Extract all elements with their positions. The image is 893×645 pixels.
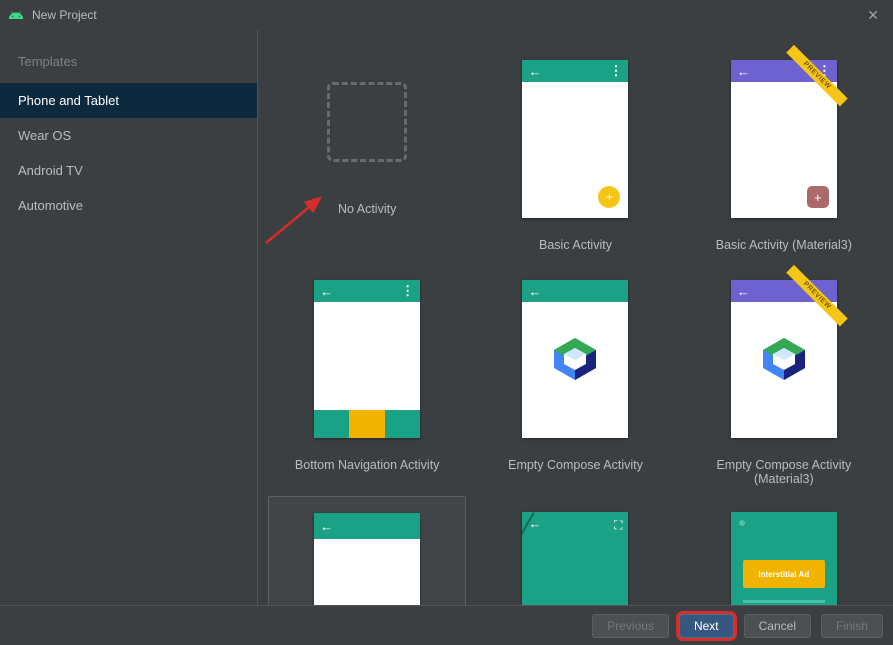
back-arrow-icon: ← (320, 284, 333, 299)
thumb-appbar: ← ⋮ (522, 60, 628, 82)
finish-button[interactable]: Finish (821, 614, 883, 638)
template-card-empty-compose[interactable]: ← Empty Compose Activity (476, 264, 674, 496)
cancel-button[interactable]: Cancel (744, 614, 811, 638)
template-card-empty-activity[interactable]: ← (268, 496, 466, 605)
template-grid: No Activity ← ⋮ + Basic Activity ← ⋮ (258, 44, 893, 605)
back-arrow-icon: ← (528, 64, 541, 79)
ad-banner: Interstitial Ad (743, 560, 825, 588)
template-thumb: ← ⋮ (314, 280, 420, 438)
thumb-appbar: ← (314, 513, 420, 539)
ad-bg (731, 512, 837, 605)
thumb-appbar: ← (522, 280, 628, 302)
dashed-placeholder-icon (327, 82, 407, 162)
ad-text: Interstitial Ad (758, 570, 809, 579)
template-label: Empty Compose Activity (Material3) (689, 458, 879, 486)
template-card-empty-compose-m3[interactable]: ← PREVIEW Empty Compose Activity (Materi… (685, 264, 883, 496)
template-thumb (314, 44, 420, 202)
android-logo-icon (8, 7, 24, 23)
sidebar-item-phone-tablet[interactable]: Phone and Tablet (0, 83, 257, 118)
sidebar-item-label: Phone and Tablet (18, 93, 119, 108)
template-label: Bottom Navigation Activity (295, 458, 440, 474)
template-card-basic-activity[interactable]: ← ⋮ + Basic Activity (476, 44, 674, 264)
titlebar: New Project ✕ (0, 0, 893, 30)
template-card-bottom-nav[interactable]: ← ⋮ Bottom Navigation Activity (268, 264, 466, 496)
bottom-nav-preview (314, 410, 420, 438)
template-thumb: ← PREVIEW (731, 280, 837, 438)
template-card-basic-activity-m3[interactable]: ← ⋮ PREVIEW + Basic Activity (Material3) (685, 44, 883, 264)
footer: Previous Next Cancel Finish (0, 605, 893, 645)
close-icon[interactable]: ✕ (861, 3, 885, 28)
template-thumb: ← ⋮ PREVIEW + (731, 60, 837, 218)
next-button[interactable]: Next (679, 614, 734, 638)
compose-logo-icon (759, 334, 809, 384)
fullscreen-icon: ⛶ (614, 518, 622, 533)
sidebar: Templates Phone and Tablet Wear OS Andro… (0, 30, 258, 605)
sidebar-item-label: Wear OS (18, 128, 71, 143)
fab-icon: + (807, 186, 829, 208)
window-title: New Project (32, 8, 97, 22)
template-label: Empty Compose Activity (508, 458, 643, 474)
template-card-fullscreen[interactable]: ← ⛶ (476, 496, 674, 605)
previous-button[interactable]: Previous (592, 614, 669, 638)
template-grid-container: No Activity ← ⋮ + Basic Activity ← ⋮ (258, 30, 893, 605)
thumb-appbar: ← ⋮ (314, 280, 420, 302)
sidebar-item-label: Android TV (18, 163, 83, 178)
fab-icon: + (598, 186, 620, 208)
template-thumb: ← (522, 280, 628, 438)
sidebar-item-label: Automotive (18, 198, 83, 213)
sidebar-item-android-tv[interactable]: Android TV (0, 153, 257, 188)
template-thumb: ← (314, 513, 420, 605)
back-arrow-icon: ← (320, 519, 333, 534)
main-area: Templates Phone and Tablet Wear OS Andro… (0, 30, 893, 605)
back-arrow-icon: ← (737, 64, 750, 79)
sidebar-item-automotive[interactable]: Automotive (0, 188, 257, 223)
sidebar-item-wear-os[interactable]: Wear OS (0, 118, 257, 153)
compose-logo-icon (550, 334, 600, 384)
template-label: No Activity (338, 202, 396, 218)
overflow-menu-icon: ⋮ (609, 63, 622, 79)
overflow-menu-icon: ⋮ (401, 283, 414, 299)
template-thumb: Interstitial Ad (731, 512, 837, 605)
template-card-no-activity[interactable]: No Activity (268, 44, 466, 264)
back-arrow-icon: ← (737, 284, 750, 299)
template-thumb: ← ⛶ (522, 512, 628, 605)
sidebar-heading: Templates (0, 48, 257, 83)
template-label: Basic Activity (Material3) (716, 238, 852, 254)
template-card-ads[interactable]: Interstitial Ad (685, 496, 883, 605)
back-arrow-icon: ← (528, 284, 541, 299)
template-label: Basic Activity (539, 238, 612, 254)
template-thumb: ← ⋮ + (522, 60, 628, 218)
status-dot-icon (739, 520, 745, 526)
